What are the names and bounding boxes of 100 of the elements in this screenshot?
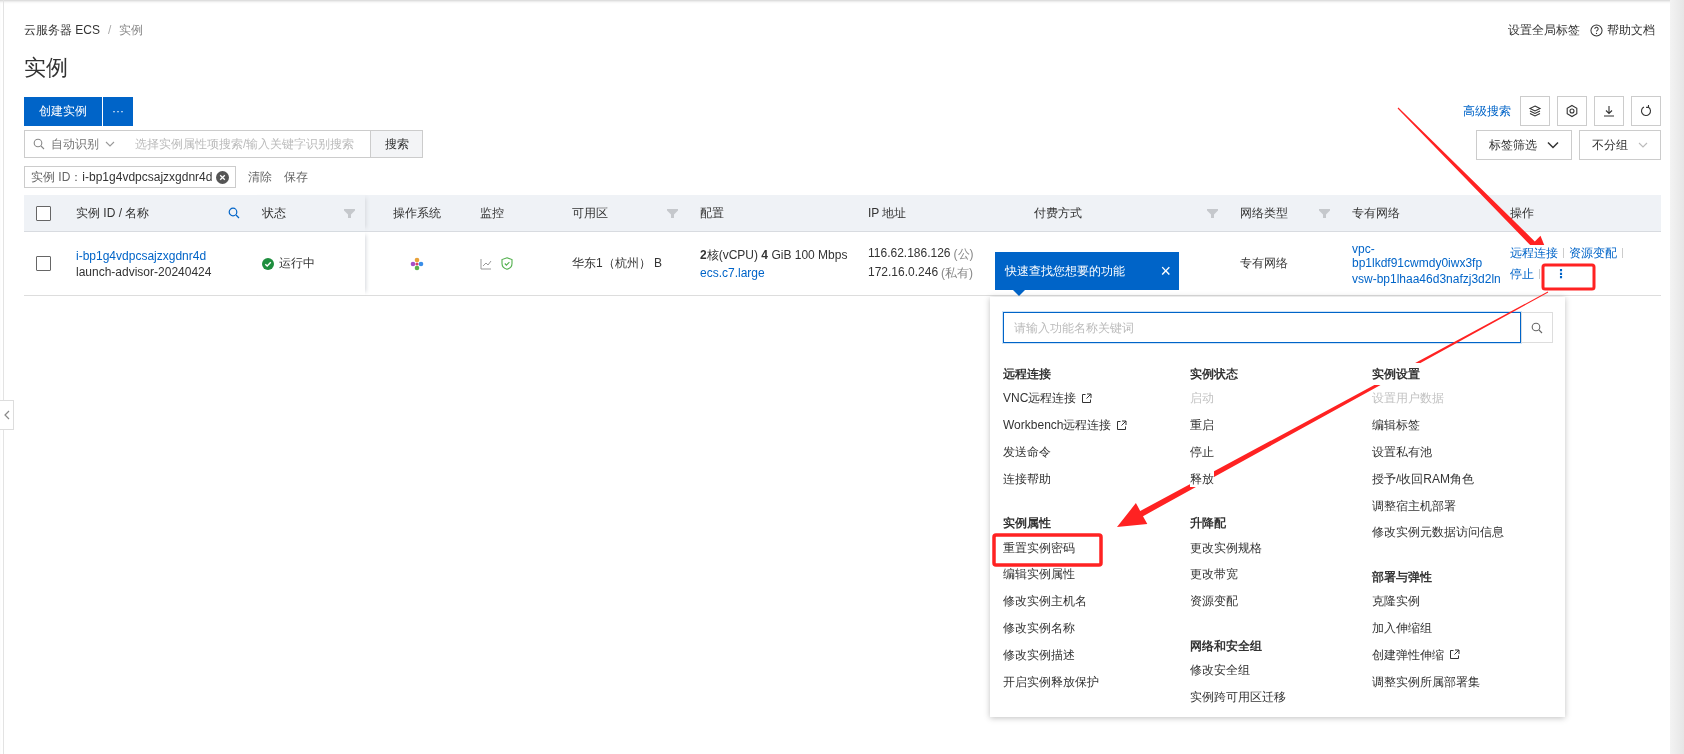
- menu-item[interactable]: 克隆实例: [1372, 593, 1420, 610]
- menu-item[interactable]: 设置私有池: [1372, 444, 1432, 460]
- help-icon[interactable]: [1590, 23, 1603, 37]
- filter-action-link[interactable]: 保存: [284, 168, 309, 186]
- menu-item[interactable]: 修改安全组: [1190, 661, 1250, 678]
- instance-id-link[interactable]: i-bp1g4vdpcsajzxgdnr4d: [76, 248, 207, 263]
- menu-item[interactable]: 调整实例所属部署集: [1372, 673, 1480, 690]
- group-dropdown[interactable]: 不分组: [1579, 130, 1661, 160]
- row-action-link[interactable]: 远程连接: [1510, 244, 1558, 262]
- refresh-button[interactable]: [1631, 96, 1661, 126]
- column-header[interactable]: 操作系统: [392, 204, 441, 222]
- menu-item[interactable]: VNC远程连接: [1003, 390, 1077, 407]
- column-header[interactable]: 可用区: [572, 204, 608, 222]
- column-header[interactable]: IP 地址: [868, 204, 907, 222]
- menu-item[interactable]: 连接帮助: [1003, 470, 1051, 487]
- menu-item[interactable]: 修改实例元数据访问信息: [1372, 524, 1504, 541]
- network-type: 专有网络: [1240, 255, 1288, 272]
- menu-item[interactable]: 加入伸缩组: [1372, 619, 1432, 636]
- shield-icon[interactable]: [501, 257, 513, 270]
- status-text: 运行中: [279, 255, 315, 272]
- menu-item[interactable]: 资源变配: [1190, 593, 1238, 610]
- menu-item[interactable]: Workbench远程连接: [1003, 417, 1112, 434]
- search-button[interactable]: 搜索: [371, 130, 423, 158]
- vswitch-link[interactable]: vsw-bp1lhaa46d3nafzj3d2ln: [1352, 271, 1501, 286]
- search-field[interactable]: 自动识别 选择实例属性项搜索/输入关键字识别搜索: [24, 130, 371, 158]
- chart-icon[interactable]: [480, 257, 492, 270]
- caret-icon[interactable]: [105, 141, 115, 147]
- menu-item[interactable]: 更改带宽: [1190, 566, 1238, 583]
- function-search-field[interactable]: 请输入功能名称关键词: [1003, 312, 1521, 343]
- remove-icon[interactable]: [216, 170, 230, 184]
- close-button[interactable]: ×: [1160, 262, 1171, 280]
- header-link[interactable]: 帮助文档: [1607, 21, 1655, 39]
- create-instance-button[interactable]: 创建实例: [24, 96, 102, 126]
- row-action-link[interactable]: 资源变配: [1569, 244, 1617, 262]
- search-icon: [33, 138, 45, 150]
- row-checkbox[interactable]: [36, 256, 51, 271]
- scope-select[interactable]: 自动识别: [51, 135, 99, 153]
- header-link[interactable]: 设置全局标签: [1508, 21, 1580, 39]
- more-button[interactable]: ···: [103, 96, 133, 126]
- download-icon: [1602, 104, 1616, 118]
- instance-name: launch-advisor-20240424: [76, 264, 212, 279]
- os-icon: [409, 256, 424, 271]
- select-all-checkbox[interactable]: [36, 205, 51, 221]
- filter-action-link[interactable]: 清除: [248, 168, 273, 186]
- tag-filter-dropdown[interactable]: 标签筛选: [1476, 130, 1572, 160]
- menu-item[interactable]: 开启实例释放保护: [1003, 673, 1099, 690]
- menu-item[interactable]: 重启: [1190, 417, 1214, 434]
- column-header[interactable]: 网络类型: [1240, 204, 1288, 222]
- search-button[interactable]: [1521, 312, 1553, 343]
- menu-item[interactable]: 重置实例密码: [1003, 539, 1075, 556]
- menu-item[interactable]: 授予/收回RAM角色: [1372, 470, 1474, 487]
- column-header[interactable]: 实例 ID / 名称: [76, 204, 150, 222]
- external-link-icon[interactable]: [1449, 649, 1460, 661]
- settings-icon: [1565, 104, 1579, 118]
- config-text: 2核(vCPU) 4 GiB 100 Mbps: [700, 247, 848, 264]
- collapse-handle[interactable]: [0, 400, 14, 430]
- column-header[interactable]: 监控: [480, 204, 504, 222]
- menu-item[interactable]: 编辑标签: [1372, 417, 1420, 434]
- settings-button[interactable]: [1557, 96, 1587, 126]
- breadcrumb-item[interactable]: 实例: [119, 21, 144, 39]
- menu-item[interactable]: 修改实例主机名: [1003, 593, 1087, 610]
- page-title: 实例: [24, 54, 69, 82]
- ip-type: (公): [953, 245, 974, 263]
- more-actions-button[interactable]: ⋮: [1545, 267, 1577, 281]
- external-link-icon[interactable]: [1081, 392, 1093, 404]
- row-action-link[interactable]: 停止: [1510, 265, 1534, 283]
- breadcrumb-item[interactable]: 云服务器 ECS: [24, 21, 100, 39]
- column-header[interactable]: 付费方式: [1034, 204, 1082, 222]
- layers-button[interactable]: [1520, 96, 1550, 126]
- menu-group-title: 实例设置: [1372, 363, 1420, 385]
- menu-item[interactable]: 创建弹性伸缩: [1372, 646, 1444, 663]
- zone-text: 华东1（杭州） B: [572, 255, 662, 272]
- menu-item[interactable]: 实例跨可用区迁移: [1190, 688, 1286, 705]
- column-header[interactable]: 状态: [262, 204, 286, 222]
- filter-tag-value: i-bp1g4vdpcsajzxgdnr4d: [82, 170, 213, 184]
- breadcrumb-separator: /: [108, 23, 112, 37]
- menu-item[interactable]: 修改实例描述: [1003, 646, 1075, 663]
- download-button[interactable]: [1594, 96, 1624, 126]
- instance-type-link[interactable]: ecs.c7.large: [700, 266, 765, 280]
- highlight-box: [1541, 263, 1596, 291]
- menu-item[interactable]: 释放: [1190, 470, 1214, 487]
- menu-item[interactable]: 调整宿主机部署: [1372, 497, 1456, 514]
- menu-item[interactable]: 停止: [1190, 444, 1214, 460]
- menu-item[interactable]: 发送命令: [1003, 444, 1051, 460]
- running-status-icon: [262, 257, 274, 270]
- search-icon[interactable]: [228, 207, 240, 219]
- menu-item[interactable]: 修改实例名称: [1003, 619, 1075, 636]
- chevron-down-icon: [1638, 142, 1648, 148]
- menu-item[interactable]: 更改实例规格: [1190, 539, 1262, 556]
- chevron-down-icon: [1547, 141, 1559, 149]
- filter-tag-label: 实例 ID：: [31, 168, 83, 186]
- column-header[interactable]: 专有网络: [1352, 204, 1400, 222]
- ip-type: (私有): [941, 264, 974, 282]
- ip-address: 172.16.0.246: [868, 264, 939, 281]
- external-link-icon[interactable]: [1116, 419, 1128, 431]
- refresh-icon: [1639, 104, 1653, 118]
- tooltip-text: 快速查找您想要的功能: [1005, 262, 1125, 280]
- advanced-search-link[interactable]: 高级搜索: [1463, 102, 1511, 120]
- column-header[interactable]: 配置: [700, 204, 724, 222]
- column-header[interactable]: 操作: [1510, 204, 1534, 222]
